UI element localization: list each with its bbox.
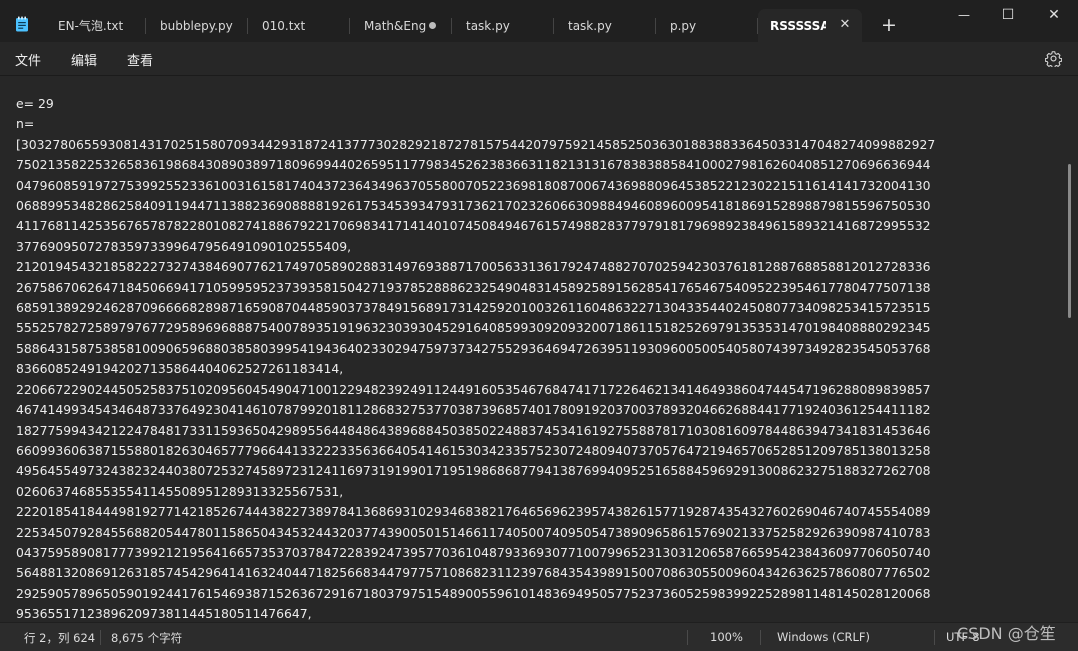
tab-en-qipao[interactable]: EN-气泡.txt <box>44 9 146 42</box>
editor-line: 1827759943421224784817331159365042989556… <box>16 422 931 438</box>
editor-line: 2206672290244505258375102095604549047100… <box>16 381 931 397</box>
menu-file[interactable]: 文件 <box>15 50 41 69</box>
editor-line: 2220185418444981927714218526744438227389… <box>16 504 931 520</box>
editor-line: 2253450792845568820544780115865043453244… <box>16 524 931 540</box>
tab-p[interactable]: p.py <box>656 9 758 42</box>
tab-label: RSSSSSA.t <box>770 18 826 33</box>
title-bar: EN-气泡.txt bubblepy.py 010.txt Math&Eng t… <box>0 0 1078 42</box>
tab-rsssssa-active[interactable]: RSSSSSA.t ✕ <box>758 9 862 42</box>
minimize-button[interactable]: — <box>952 5 976 25</box>
editor-line: 0437595890817773992121956416657353703784… <box>16 544 931 560</box>
status-divider <box>760 630 761 645</box>
menu-view[interactable]: 查看 <box>127 50 153 69</box>
status-divider <box>687 630 688 645</box>
editor-line: 5552578272589797677295896968887540078935… <box>16 320 931 336</box>
line-ending[interactable]: Windows (CRLF) <box>777 630 870 644</box>
status-bar: 行 2，列 624 8,675 个字符 100% Windows (CRLF) … <box>0 622 1078 651</box>
text-editor[interactable]: e= 29 n= [30327806559308143170251580709344… <box>0 75 1078 622</box>
new-tab-button[interactable]: + <box>878 14 900 36</box>
editor-line: 0260637468553554114550895128931332556753… <box>16 483 344 499</box>
tab-label: task.py <box>466 18 510 33</box>
tab-label: 010.txt <box>262 18 306 33</box>
close-window-button[interactable]: ✕ <box>1042 5 1066 25</box>
unsaved-dot-icon <box>429 22 436 29</box>
editor-line: 4956455497324382324403807253274589723124… <box>16 463 931 479</box>
tab-label: EN-气泡.txt <box>58 19 124 33</box>
editor-line: 3776909507278359733996479564910901025554… <box>16 238 352 254</box>
vertical-scrollbar[interactable] <box>1068 164 1071 318</box>
notepad-icon <box>16 16 28 32</box>
status-divider <box>934 630 935 645</box>
maximize-button[interactable]: ☐ <box>996 5 1020 25</box>
editor-line: [303278065593081431702515807093442931872… <box>16 136 936 152</box>
editor-line: 4674149934543464873376492304146107879920… <box>16 402 931 418</box>
tab-label: task.py <box>568 18 612 33</box>
menu-bar: 文件 编辑 查看 <box>0 42 1078 75</box>
editor-line: 7502135822532658361986843089038971809699… <box>16 157 931 173</box>
editor-line: 2675867062647184506694171059959523739358… <box>16 279 931 295</box>
menu-edit[interactable]: 编辑 <box>71 50 97 69</box>
editor-content[interactable]: e= 29 n= [30327806559308143170251580709344… <box>16 94 1056 622</box>
tab-task-1[interactable]: task.py <box>452 9 554 42</box>
close-tab-icon[interactable]: ✕ <box>838 18 852 32</box>
zoom-level[interactable]: 100% <box>710 630 743 644</box>
editor-line: n= <box>16 116 35 132</box>
editor-line: e= 29 <box>16 96 54 111</box>
character-count: 8,675 个字符 <box>111 631 183 645</box>
editor-line: 4117681142535676578782280108274188679221… <box>16 218 931 234</box>
cursor-position[interactable]: 行 2，列 624 <box>24 630 95 646</box>
editor-line: 5648813208691263185745429641416324044718… <box>16 565 931 581</box>
tab-label: Math&Eng <box>364 18 427 33</box>
tab-010[interactable]: 010.txt <box>248 9 350 42</box>
editor-line: 6609936063871558801826304657779664413322… <box>16 442 931 458</box>
editor-line: 2925905789650590192441761546938715263672… <box>16 585 931 601</box>
status-divider <box>100 630 101 645</box>
editor-line: 9536551712389620973811445180511476647, <box>16 606 312 622</box>
tab-label: p.py <box>670 18 697 33</box>
tab-label: bubblepy.py <box>160 18 233 33</box>
editor-line: 2120194543218582227327438469077621749705… <box>16 259 931 275</box>
editor-line: 5886431587538581009065968803858039954194… <box>16 340 931 356</box>
tab-bubblepy[interactable]: bubblepy.py <box>146 9 248 42</box>
editor-line: 0479608591972753992552336100316158174043… <box>16 177 931 193</box>
tab-task-2[interactable]: task.py <box>554 9 656 42</box>
editor-line: 0688995348286258409119447113882369088881… <box>16 198 931 214</box>
editor-line: 8366085249194202713586440406252726118341… <box>16 361 344 377</box>
tab-math-eng[interactable]: Math&Eng <box>350 9 452 42</box>
gear-icon[interactable] <box>1045 50 1062 67</box>
watermark: CSDN @仓笙 <box>957 624 1056 643</box>
editor-line: 6859138929246287096666828987165908704485… <box>16 300 931 316</box>
